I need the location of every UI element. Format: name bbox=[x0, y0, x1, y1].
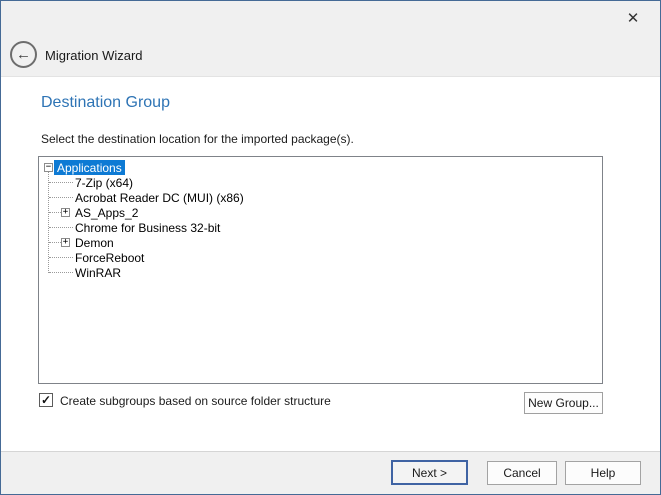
tree-row-7zip[interactable]: 7-Zip (x64) bbox=[39, 175, 602, 190]
destination-tree[interactable]: − Applications 7-Zip (x64) Acrobat Reade… bbox=[38, 156, 603, 384]
tree-item-label[interactable]: Chrome for Business 32-bit bbox=[72, 220, 223, 235]
tree-item-label[interactable]: Acrobat Reader DC (MUI) (x86) bbox=[72, 190, 247, 205]
back-arrow-icon: ← bbox=[16, 47, 31, 62]
create-subgroups-label[interactable]: Create subgroups based on source folder … bbox=[60, 394, 331, 408]
collapse-icon[interactable]: − bbox=[44, 163, 53, 172]
close-button[interactable]: ✕ bbox=[618, 7, 648, 29]
tree-item-label[interactable]: AS_Apps_2 bbox=[72, 205, 141, 220]
tree-row-winrar[interactable]: WinRAR bbox=[39, 265, 602, 280]
tree-item-label[interactable]: 7-Zip (x64) bbox=[72, 175, 136, 190]
tree-row-as-apps-2[interactable]: + AS_Apps_2 bbox=[39, 205, 602, 220]
tree-item-label[interactable]: WinRAR bbox=[72, 265, 124, 280]
expand-icon[interactable]: + bbox=[61, 208, 70, 217]
tree-row-chrome[interactable]: Chrome for Business 32-bit bbox=[39, 220, 602, 235]
instruction-text: Select the destination location for the … bbox=[41, 132, 354, 146]
expand-icon[interactable]: + bbox=[61, 238, 70, 247]
tree-row-forcereboot[interactable]: ForceReboot bbox=[39, 250, 602, 265]
tree-row-demon[interactable]: + Demon bbox=[39, 235, 602, 250]
create-subgroups-checkbox[interactable]: ✓ bbox=[39, 393, 53, 407]
checkmark-icon: ✓ bbox=[41, 394, 51, 406]
tree-item-label[interactable]: ForceReboot bbox=[72, 250, 147, 265]
migration-wizard-window: ✕ ← Migration Wizard Destination Group S… bbox=[0, 0, 661, 495]
tree-item-label[interactable]: Applications bbox=[54, 160, 125, 175]
tree-row-acrobat[interactable]: Acrobat Reader DC (MUI) (x86) bbox=[39, 190, 602, 205]
tree-row-applications[interactable]: − Applications bbox=[39, 160, 602, 175]
help-button[interactable]: Help bbox=[565, 461, 641, 485]
footer-bar bbox=[1, 451, 660, 494]
wizard-header: ✕ ← Migration Wizard bbox=[1, 1, 660, 77]
next-button[interactable]: Next > bbox=[391, 460, 468, 485]
new-group-button[interactable]: New Group... bbox=[524, 392, 603, 414]
close-icon: ✕ bbox=[627, 11, 640, 26]
tree-item-label[interactable]: Demon bbox=[72, 235, 117, 250]
wizard-title: Migration Wizard bbox=[45, 48, 143, 63]
back-button[interactable]: ← bbox=[10, 41, 37, 68]
page-title: Destination Group bbox=[41, 94, 170, 112]
cancel-button[interactable]: Cancel bbox=[487, 461, 557, 485]
